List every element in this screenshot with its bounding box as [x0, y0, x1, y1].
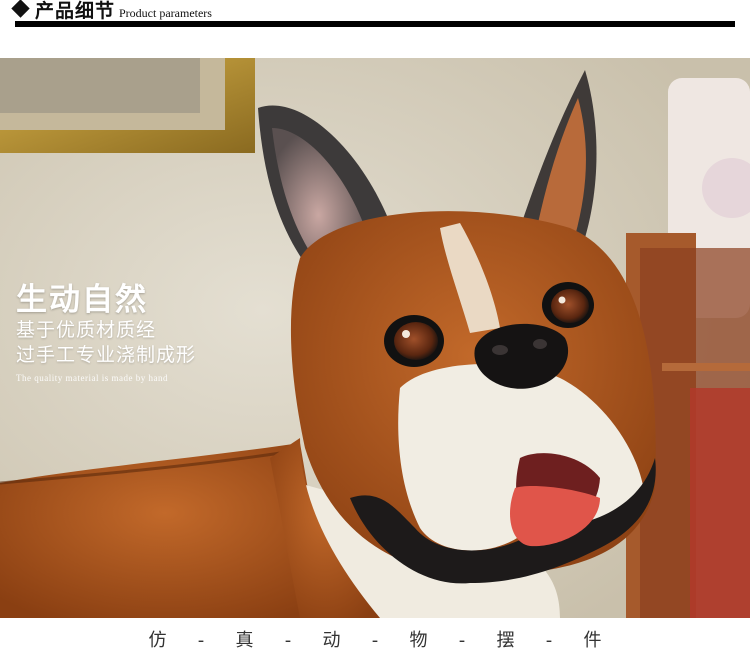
tagline-char: 件	[583, 630, 602, 651]
section-subtitle: Product parameters	[119, 6, 212, 20]
tagline-char: 仿	[148, 630, 167, 651]
tagline-char: 物	[409, 630, 428, 651]
feature-overlay: 生动自然 基于优质材质经 过手工专业浇制成形 The quality mater…	[16, 282, 196, 383]
tagline-char: -	[197, 630, 205, 651]
tagline-char: -	[284, 630, 292, 651]
section-title-text: 产品细节	[35, 0, 116, 22]
feature-headline: 生动自然	[16, 282, 148, 318]
section-title: 产品细节	[11, 0, 116, 23]
diamond-bullet-icon	[11, 0, 30, 18]
feature-line-2: 过手工专业浇制成形	[16, 344, 197, 366]
tagline-text: 仿-真-动-物-摆-件	[0, 626, 750, 652]
tagline-char: 动	[322, 630, 341, 651]
feature-line-1: 基于优质材质经	[16, 319, 157, 341]
feature-english-caption: The quality material is made by hand	[16, 373, 168, 383]
tagline-char: 摆	[496, 630, 515, 651]
tagline-char: -	[545, 630, 553, 651]
tagline-char: -	[458, 630, 466, 651]
tagline-char: -	[371, 630, 379, 651]
header-divider	[15, 21, 735, 27]
section-header: 产品细节 Product parameters	[0, 0, 750, 58]
product-photo: 生动自然 基于优质材质经 过手工专业浇制成形 The quality mater…	[0, 58, 750, 618]
tagline-char: 真	[235, 630, 254, 651]
footer-tagline: 仿-真-动-物-摆-件	[0, 618, 750, 654]
